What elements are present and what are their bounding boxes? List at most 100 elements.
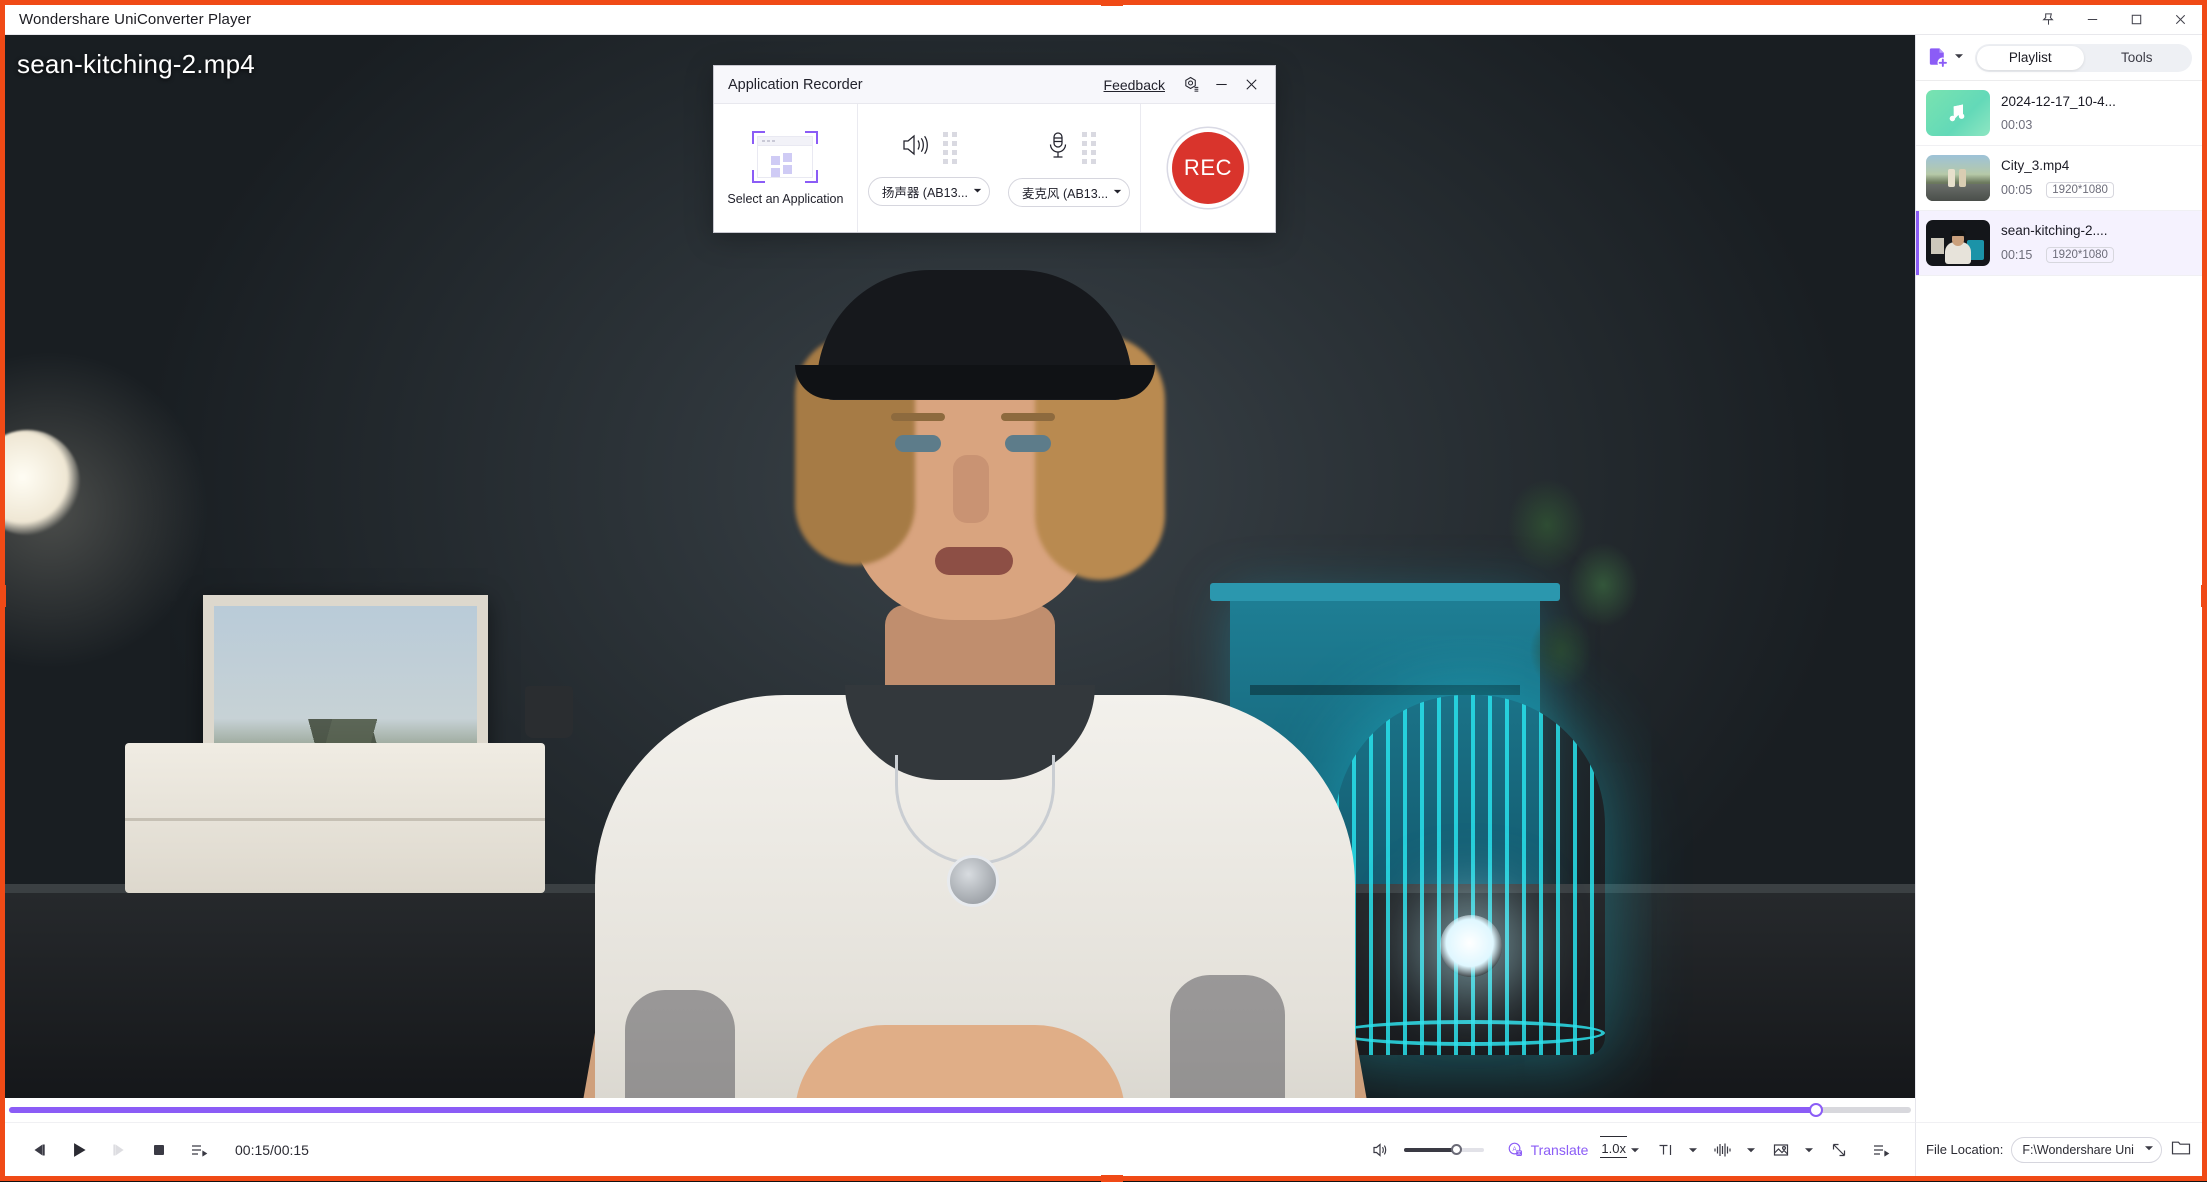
audio-wave-icon [1703, 1130, 1743, 1170]
volume-slider-handle[interactable] [1450, 1144, 1462, 1155]
playback-speed-button[interactable]: 1.0x [1600, 1136, 1643, 1158]
chevron-down-icon[interactable] [1627, 1142, 1643, 1158]
list-item-meta: sean-kitching-2.... 00:15 1920*1080 [2001, 223, 2192, 263]
selection-corner [752, 130, 766, 144]
volume-slider[interactable] [1403, 1144, 1484, 1155]
list-item-duration: 00:05 [2001, 183, 2033, 197]
time-display: 00:15/00:15 [235, 1141, 309, 1158]
list-item[interactable]: 2024-12-17_10-4... 00:03 [1916, 81, 2202, 146]
list-item-meta: City_3.mp4 00:05 1920*1080 [2001, 158, 2192, 198]
close-icon[interactable] [1237, 71, 1265, 99]
speaker-level-indicator [943, 131, 958, 164]
chevron-down-icon[interactable] [1743, 1142, 1759, 1158]
application-recorder-dialog: Application Recorder Feedback Select an … [713, 65, 1276, 233]
seek-bar-handle[interactable] [1808, 1103, 1823, 1117]
selection-corner [805, 130, 819, 144]
sidebar-tabs: Playlist Tools [1975, 43, 2192, 72]
list-item[interactable]: City_3.mp4 00:05 1920*1080 [1916, 146, 2202, 211]
audio-thumbnail [1926, 90, 1990, 136]
volume-icon[interactable] [1360, 1130, 1400, 1170]
playlist-button[interactable] [1861, 1130, 1901, 1170]
playlist-toggle-button[interactable] [179, 1130, 219, 1170]
tab-playlist[interactable]: Playlist [1977, 45, 2084, 70]
playback-speed-value: 1.0x [1600, 1136, 1627, 1158]
audio-track-button[interactable] [1703, 1130, 1759, 1170]
minimize-icon[interactable] [2070, 5, 2114, 35]
list-item-duration: 00:15 [2001, 248, 2033, 262]
file-location-label: File Location: [1926, 1142, 2004, 1157]
speaker-device-value: 扬声器 (AB13... [881, 186, 968, 200]
stop-button[interactable] [139, 1130, 179, 1170]
snapshot-icon [1761, 1130, 1801, 1170]
speaker-block: 扬声器 (AB13... [867, 130, 990, 206]
select-application-label: Select an Application [727, 191, 844, 206]
file-location-value: F:\Wondershare Uni [2022, 1142, 2134, 1157]
volume-slider-fill [1403, 1147, 1457, 1152]
microphone-icon[interactable] [1043, 129, 1073, 166]
player-right-tools: A 文 Translate 1.0x [1360, 1130, 1901, 1170]
feedback-link[interactable]: Feedback [1104, 77, 1165, 93]
recorder-titlebar-actions: Feedback [1104, 71, 1265, 99]
title-bar: Wondershare UniConverter Player [5, 5, 2202, 35]
settings-icon[interactable] [1177, 71, 1205, 99]
translate-button[interactable]: A 文 Translate [1496, 1140, 1599, 1159]
subtitle-icon [1645, 1130, 1685, 1170]
recorder-rec-section: REC [1141, 104, 1275, 232]
chevron-down-icon[interactable] [2143, 1141, 2155, 1159]
previous-frame-button[interactable] [19, 1130, 59, 1170]
recorder-audio-section: 扬声器 (AB13... 麦克风 (AB13... [858, 104, 1142, 232]
microphone-device-value: 麦克风 (AB13... [1021, 187, 1109, 201]
microphone-level-indicator [1081, 131, 1096, 164]
file-location-select[interactable]: F:\Wondershare Uni [2011, 1136, 2162, 1163]
rec-button[interactable]: REC [1172, 132, 1245, 204]
play-button[interactable] [59, 1130, 99, 1170]
list-item-name: sean-kitching-2.... [2001, 223, 2108, 238]
add-file-button[interactable] [1926, 45, 1965, 70]
list-item-duration: 00:03 [2001, 118, 2033, 132]
selection-corner [752, 169, 766, 183]
playlist: 2024-12-17_10-4... 00:03 City_3.mp4 00:0… [1916, 81, 2202, 1136]
minimize-icon[interactable] [1207, 71, 1235, 99]
video-thumbnail [1926, 155, 1990, 201]
chevron-down-icon[interactable] [1685, 1142, 1701, 1158]
chevron-down-icon[interactable] [1801, 1142, 1817, 1158]
list-item-meta: 2024-12-17_10-4... 00:03 [2001, 94, 2192, 132]
player-controls: 00:15/00:15 A 文 Translate 1.0x [5, 1122, 1915, 1176]
progress-row [5, 1098, 1915, 1122]
video-title-overlay: sean-kitching-2.mp4 [17, 49, 255, 79]
sidebar-header: Playlist Tools [1916, 35, 2202, 81]
chevron-down-icon[interactable] [1112, 184, 1123, 202]
folder-icon[interactable] [2170, 1136, 2192, 1163]
list-item-resolution: 1920*1080 [2046, 182, 2114, 198]
microphone-device-select[interactable]: 麦克风 (AB13... [1007, 178, 1131, 207]
select-application-button[interactable] [752, 130, 819, 183]
window-controls [2026, 5, 2202, 34]
list-item[interactable]: sean-kitching-2.... 00:15 1920*1080 [1916, 211, 2202, 276]
selection-corner [805, 169, 819, 183]
svg-text:文: 文 [1517, 1150, 1522, 1157]
recorder-app-section: Select an Application [714, 104, 858, 232]
subtitle-track-button[interactable] [1645, 1130, 1701, 1170]
close-icon[interactable] [2158, 5, 2202, 35]
application-window: Wondershare UniConverter Player sean-kit… [5, 5, 2202, 1176]
pin-icon[interactable] [2026, 5, 2070, 35]
chevron-down-icon[interactable] [1953, 49, 1965, 67]
fullscreen-button[interactable] [1819, 1130, 1859, 1170]
next-frame-button[interactable] [99, 1130, 139, 1170]
app-title: Wondershare UniConverter Player [19, 11, 252, 28]
microphone-block: 麦克风 (AB13... [1007, 129, 1131, 207]
speaker-device-select[interactable]: 扬声器 (AB13... [867, 177, 990, 206]
recorder-titlebar[interactable]: Application Recorder Feedback [714, 66, 1275, 104]
seek-bar[interactable] [9, 1103, 1911, 1117]
maximize-icon[interactable] [2114, 5, 2158, 35]
snapshot-button[interactable] [1761, 1130, 1817, 1170]
recorder-title: Application Recorder [728, 76, 863, 93]
video-thumbnail [1926, 220, 1990, 266]
list-item-resolution: 1920*1080 [2046, 247, 2114, 263]
speaker-icon[interactable] [900, 130, 934, 165]
translate-label: Translate [1530, 1141, 1589, 1158]
sidebar: Playlist Tools 2024-12-17_10-4... 00:03 … [1915, 35, 2202, 1176]
tab-tools[interactable]: Tools [2084, 46, 2191, 70]
list-item-name: City_3.mp4 [2001, 158, 2070, 173]
chevron-down-icon[interactable] [972, 183, 983, 201]
